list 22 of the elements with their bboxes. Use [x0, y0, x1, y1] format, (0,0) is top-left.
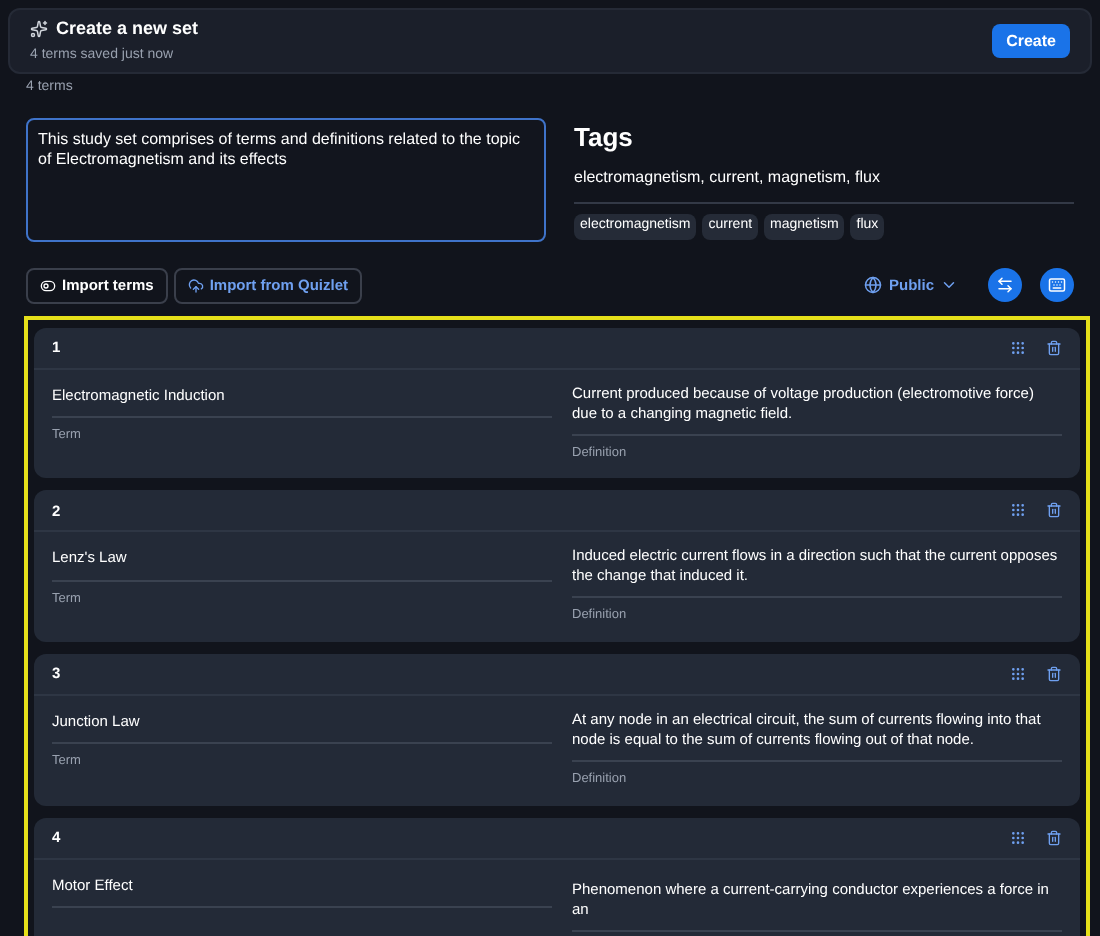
globe-icon — [864, 276, 883, 294]
sparkle-icon — [30, 19, 48, 38]
delete-icon[interactable] — [1046, 829, 1062, 846]
description-field[interactable]: This study set comprises of terms and definitions related to the topic of Electromagnetism and its effects — [26, 117, 546, 241]
keyboard-icon — [1048, 276, 1066, 294]
keyboard-button[interactable] — [1040, 268, 1074, 302]
page-title: Create a new set — [56, 15, 199, 41]
delete-icon[interactable] — [1046, 666, 1062, 682]
drag-handle-icon[interactable] — [1010, 829, 1026, 846]
tags-heading: Tags — [574, 119, 635, 156]
chevron-down-icon — [940, 276, 958, 294]
delete-icon[interactable] — [1046, 502, 1062, 519]
swap-button[interactable] — [988, 268, 1022, 302]
create-button[interactable]: Create — [992, 24, 1070, 58]
drag-handle-icon[interactable] — [1010, 502, 1026, 519]
delete-icon[interactable] — [1046, 339, 1062, 355]
tags-field[interactable]: electromagnetism, current, magnetism, flux — [574, 166, 1074, 204]
cloud-upload-icon — [187, 277, 204, 293]
drag-handle-icon[interactable] — [1010, 666, 1026, 682]
swap-icon — [996, 276, 1014, 294]
toggle-icon — [40, 277, 56, 293]
drag-handle-icon[interactable] — [1010, 339, 1026, 355]
